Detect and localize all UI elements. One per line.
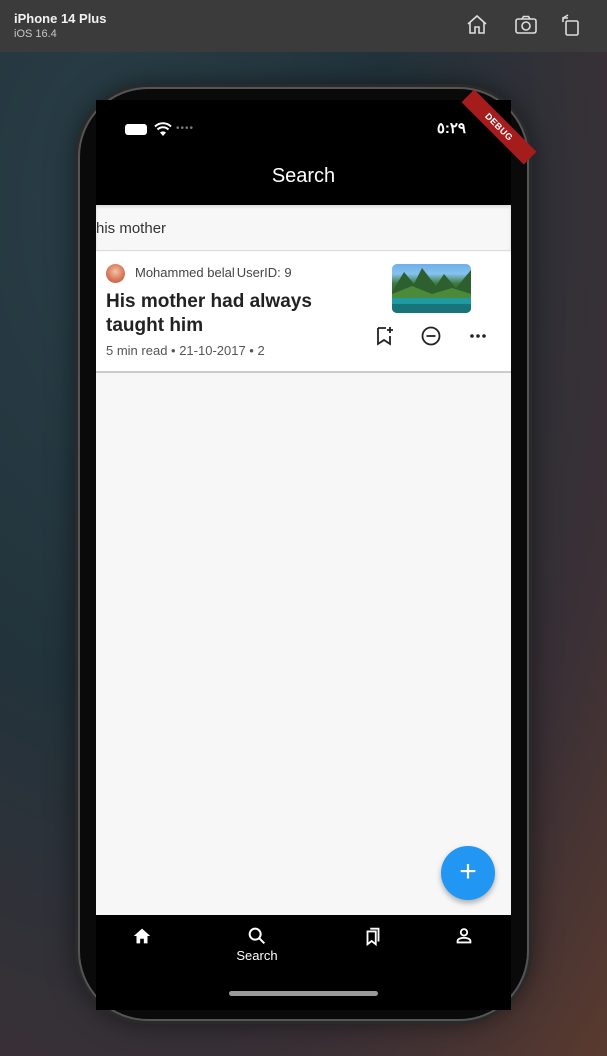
simulator-toolbar: iPhone 14 Plus iOS 16.4 xyxy=(0,0,607,52)
home-icon[interactable] xyxy=(465,13,489,37)
nav-search-label: Search xyxy=(236,948,278,963)
person-icon xyxy=(456,928,472,944)
author-line: Mohammed belal UserID: 9 xyxy=(135,265,292,280)
post-meta: 5 min read • 21-10-2017 • 2 xyxy=(106,343,265,358)
list-item[interactable]: Mohammed belal UserID: 9 His mother had a… xyxy=(96,252,511,373)
main-content: Mohammed belalUserID: 9 His mother had a… xyxy=(96,205,511,915)
post-thumbnail xyxy=(392,264,471,313)
nav-profile[interactable] xyxy=(424,925,504,965)
wifi-icon xyxy=(154,121,172,137)
nav-bookmarks[interactable] xyxy=(333,925,413,965)
nav-home[interactable] xyxy=(102,925,182,965)
status-time: ٥:٢٩ xyxy=(436,120,466,137)
post-title[interactable]: His mother had always taught him xyxy=(106,290,366,338)
user-id: UserID: 9 xyxy=(236,265,292,280)
rotate-icon[interactable] xyxy=(559,13,583,37)
signal-dots: •••• xyxy=(176,123,195,134)
status-bar: •••• ٥:٢٩ xyxy=(96,110,511,150)
home-indicator[interactable] xyxy=(229,991,378,996)
battery-icon xyxy=(125,124,147,135)
bottom-nav: Search xyxy=(96,915,511,985)
more-horizontal-icon[interactable] xyxy=(467,325,489,347)
os-version: iOS 16.4 xyxy=(14,28,57,40)
author-name: Mohammed belal xyxy=(135,265,235,280)
avatar xyxy=(106,264,125,283)
search-icon xyxy=(248,927,266,945)
nav-search[interactable]: Search xyxy=(217,925,297,965)
remove-circle-icon[interactable] xyxy=(420,325,442,347)
page-title: Search xyxy=(271,165,336,187)
screenshot-icon[interactable] xyxy=(514,13,538,37)
bookmark-add-icon[interactable] xyxy=(374,325,396,347)
search-input[interactable] xyxy=(96,215,496,241)
search-bar xyxy=(96,205,511,251)
bookmarks-icon xyxy=(366,927,380,947)
home-icon xyxy=(133,928,151,944)
device-name: iPhone 14 Plus xyxy=(14,11,107,26)
add-fab-button[interactable]: + xyxy=(441,846,495,900)
